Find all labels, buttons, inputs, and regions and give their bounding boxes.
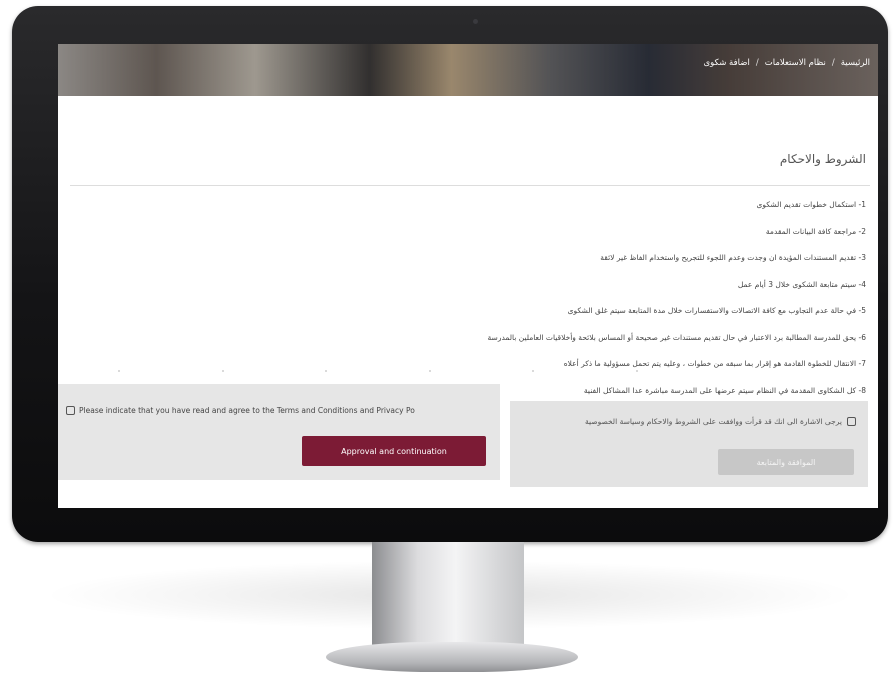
approve-continue-button[interactable]: Approval and continuation <box>302 436 486 466</box>
consent-checkbox-ar[interactable] <box>847 417 856 426</box>
breadcrumb-home[interactable]: الرئيسية <box>841 58 870 68</box>
terms-item: 4- سيتم متابعة الشكوى خلال 3 أيام عمل <box>737 279 866 289</box>
terms-item: 5- في حالة عدم التجاوب مع كافة الاتصالات… <box>567 306 866 315</box>
breadcrumb-separator: / <box>755 58 759 68</box>
terms-item: 1- استكمال خطوات تقديم الشكوى <box>756 200 866 209</box>
terms-item: 2- مراجعة كافة البيانات المقدمة <box>765 226 866 236</box>
decorative-dots <box>118 370 638 372</box>
breadcrumb: الرئيسية / نظام الاستعلامات / اضافة شكوى <box>704 58 871 68</box>
breadcrumb-current: اضافة شكوى <box>703 58 750 68</box>
breadcrumb-services[interactable]: نظام الاستعلامات <box>765 58 826 68</box>
consent-panel-ar: يرجى الاشارة الى انك قد قرأت ووافقت على … <box>510 401 868 487</box>
breadcrumb-separator: / <box>831 58 835 68</box>
terms-item: 7- الانتقال للخطوة القادمة هو إقرار بما … <box>563 359 866 368</box>
divider <box>70 185 870 186</box>
consent-checkbox-en[interactable] <box>66 406 75 415</box>
monitor-screen: الرئيسية / نظام الاستعلامات / اضافة شكوى… <box>58 44 878 508</box>
monitor-stand-base <box>326 642 578 672</box>
header-banner: الرئيسية / نظام الاستعلامات / اضافة شكوى <box>58 44 878 96</box>
consent-row-ar: يرجى الاشارة الى انك قد قرأت ووافقت على … <box>585 417 856 426</box>
page-title: الشروط والاحكام <box>779 152 866 166</box>
monitor-bezel: الرئيسية / نظام الاستعلامات / اضافة شكوى… <box>12 6 888 542</box>
terms-list: 1- استكمال خطوات تقديم الشكوى 2- مراجعة … <box>66 196 866 408</box>
camera-icon <box>473 19 478 24</box>
approve-continue-button-ar[interactable]: الموافقة والمتابعة <box>718 449 854 475</box>
consent-panel-en: Please indicate that you have read and a… <box>58 384 500 480</box>
consent-row-en: Please indicate that you have read and a… <box>66 406 494 415</box>
consent-label-en: Please indicate that you have read and a… <box>79 406 415 415</box>
terms-item: 3- تقديم المستندات المؤيدة ان وجدت وعدم … <box>600 253 866 262</box>
consent-label-ar: يرجى الاشارة الى انك قد قرأت ووافقت على … <box>584 417 842 426</box>
monitor-stand-neck <box>372 542 524 650</box>
terms-item: 6- يحق للمدرسة المطالبة برد الاعتبار في … <box>487 332 866 342</box>
